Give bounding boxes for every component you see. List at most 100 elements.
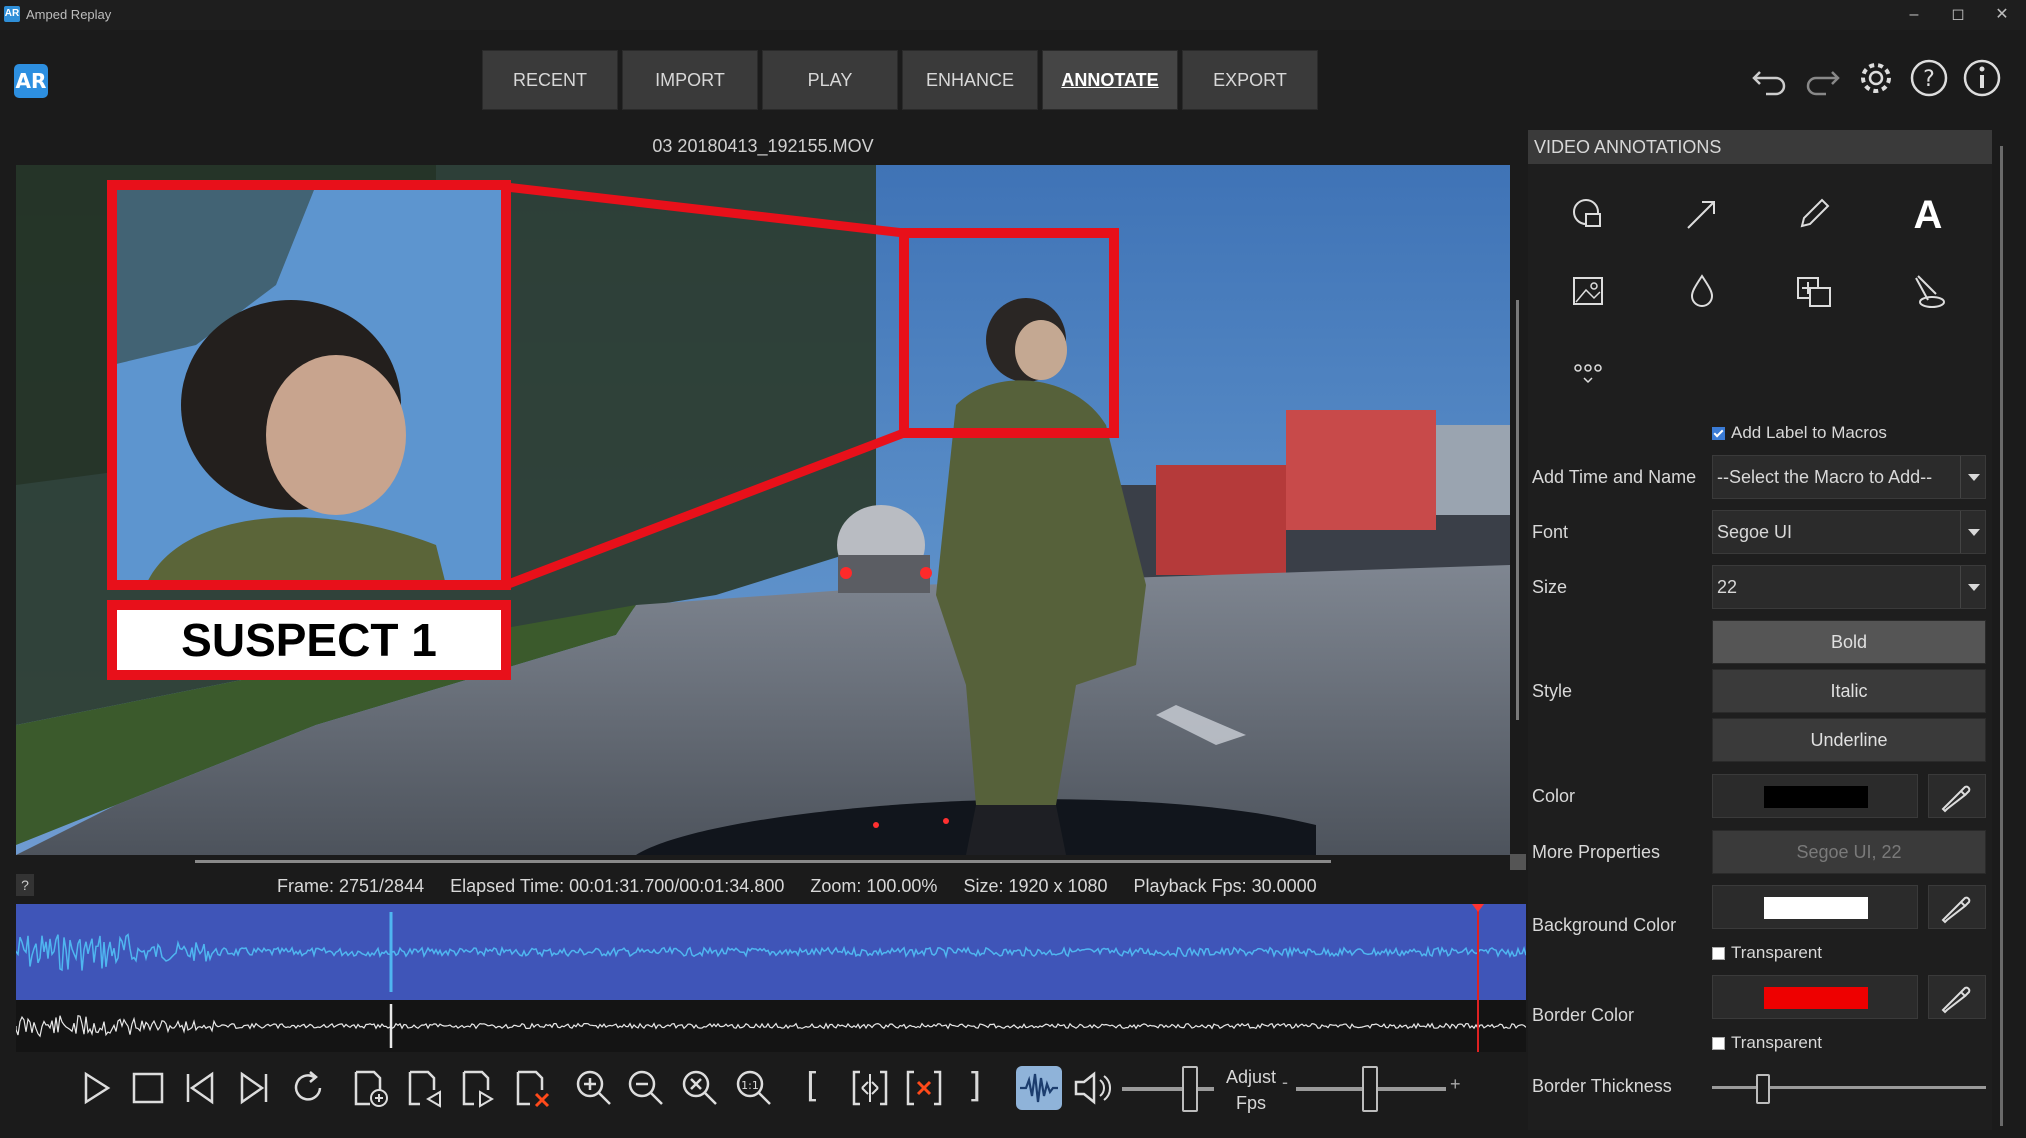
border-color-swatch-button[interactable] — [1712, 975, 1918, 1019]
add-label-to-macros-checkbox[interactable]: Add Label to Macros — [1712, 423, 1887, 443]
set-in-point-button[interactable]: [ — [806, 1066, 819, 1106]
title-bar: AR Amped Replay – ◻ ✕ — [0, 0, 2026, 30]
add-bookmark-icon[interactable] — [348, 1066, 392, 1110]
info-icon[interactable] — [1960, 56, 2004, 100]
more-properties-label: More Properties — [1532, 842, 1661, 862]
tab-annotate[interactable]: ANNOTATE — [1042, 50, 1178, 110]
add-time-name-label: Add Time and Name — [1532, 467, 1697, 487]
delete-bookmark-icon[interactable] — [510, 1066, 554, 1110]
color-label: Color — [1532, 786, 1576, 806]
italic-button[interactable]: Italic — [1712, 669, 1986, 713]
macro-select[interactable]: --Select the Macro to Add-- — [1712, 455, 1986, 499]
speed-minus[interactable]: - — [1282, 1072, 1288, 1093]
app-logo: AR — [14, 64, 48, 98]
stop-icon[interactable] — [126, 1066, 170, 1110]
play-icon[interactable] — [74, 1066, 118, 1110]
tab-play[interactable]: PLAY — [762, 50, 898, 110]
video-vertical-scrollbar[interactable] — [1516, 300, 1519, 720]
bold-button[interactable]: Bold — [1712, 620, 1986, 664]
tab-import[interactable]: IMPORT — [622, 50, 758, 110]
svg-text:A: A — [1914, 193, 1943, 234]
border-color-label: Border Color — [1532, 1005, 1635, 1025]
minimize-icon[interactable]: – — [1892, 3, 1936, 27]
background-color-swatch — [1764, 897, 1868, 919]
status-help-button[interactable]: ? — [16, 874, 34, 896]
help-icon[interactable]: ? — [1907, 56, 1951, 100]
previous-frame-icon[interactable] — [178, 1066, 222, 1110]
clear-range-icon[interactable] — [902, 1066, 946, 1110]
chevron-down-icon[interactable] — [1960, 456, 1985, 498]
chevron-down-icon[interactable] — [1960, 511, 1985, 553]
video-horizontal-scrollbar[interactable] — [195, 860, 1331, 863]
zoom-in-icon[interactable] — [572, 1066, 616, 1110]
trim-range-icon[interactable] — [848, 1066, 892, 1110]
audio-waveform-overview[interactable] — [15, 1000, 1527, 1052]
set-out-point-button[interactable]: ] — [968, 1066, 981, 1106]
volume-icon[interactable] — [1070, 1066, 1114, 1110]
checkbox-unchecked-icon[interactable] — [1712, 946, 1725, 960]
pencil-icon[interactable] — [1792, 192, 1836, 236]
size-readout: Size: 1920 x 1080 — [963, 876, 1108, 896]
waveform-toggle-button[interactable] — [1016, 1066, 1062, 1110]
zoom-actual-size-icon[interactable]: 1:1 — [732, 1066, 776, 1110]
background-color-picker-button[interactable] — [1928, 885, 1986, 929]
border-thickness-slider[interactable] — [1712, 1086, 1986, 1089]
panel-scrollbar[interactable] — [2000, 146, 2003, 1126]
speed-plus[interactable]: + — [1450, 1074, 1461, 1095]
status-bar: Frame: 2751/2844 Elapsed Time: 00:01:31.… — [277, 876, 1317, 897]
magnify-icon[interactable] — [1792, 270, 1836, 314]
zoom-out-icon[interactable] — [624, 1066, 668, 1110]
checkbox-checked-icon[interactable] — [1712, 426, 1725, 440]
video-frame: SUSPECT 1 — [16, 165, 1510, 855]
background-color-label: Background Color — [1532, 915, 1677, 935]
next-bookmark-icon[interactable] — [456, 1066, 500, 1110]
shape-icon[interactable] — [1566, 192, 1610, 236]
tab-recent[interactable]: RECENT — [482, 50, 618, 110]
close-icon[interactable]: ✕ — [1980, 3, 2024, 27]
blur-drop-icon[interactable] — [1680, 270, 1724, 314]
volume-slider[interactable] — [1122, 1087, 1214, 1091]
maximize-icon[interactable]: ◻ — [1936, 3, 1980, 27]
undo-icon[interactable] — [1748, 56, 1792, 100]
color-swatch-button[interactable] — [1712, 774, 1918, 818]
eyedropper-icon — [1941, 986, 1971, 1014]
more-properties-button[interactable]: Segoe UI, 22 — [1712, 830, 1986, 874]
background-color-swatch-button[interactable] — [1712, 885, 1918, 929]
size-select[interactable]: 22 — [1712, 565, 1986, 609]
spotlight-icon[interactable] — [1906, 270, 1950, 314]
tab-export[interactable]: EXPORT — [1182, 50, 1318, 110]
main-tabs: RECENT IMPORT PLAY ENHANCE ANNOTATE EXPO… — [482, 50, 1318, 110]
border-transparent-checkbox[interactable]: Transparent — [1712, 1033, 1822, 1053]
zoom-fit-icon[interactable] — [678, 1066, 722, 1110]
color-swatch — [1764, 786, 1868, 808]
image-icon[interactable] — [1566, 270, 1610, 314]
border-thickness-thumb[interactable] — [1756, 1074, 1770, 1104]
gear-icon[interactable] — [1854, 56, 1898, 100]
audio-waveform-main[interactable] — [15, 904, 1527, 1000]
text-icon[interactable]: A — [1906, 190, 1950, 234]
checkbox-unchecked-icon[interactable] — [1712, 1036, 1725, 1050]
next-frame-icon[interactable] — [232, 1066, 276, 1110]
font-select[interactable]: Segoe UI — [1712, 510, 1986, 554]
background-transparent-checkbox[interactable]: Transparent — [1712, 943, 1822, 963]
previous-bookmark-icon[interactable] — [402, 1066, 446, 1110]
border-color-picker-button[interactable] — [1928, 975, 1986, 1019]
svg-text:1:1: 1:1 — [741, 1079, 759, 1092]
size-label: Size — [1532, 577, 1568, 597]
loop-icon[interactable] — [286, 1066, 330, 1110]
suspect-label[interactable]: SUSPECT 1 — [181, 614, 437, 666]
chevron-down-icon[interactable] — [1960, 566, 1985, 608]
video-filename: 03 20180413_192155.MOV — [652, 136, 874, 156]
scroll-corner — [1510, 854, 1526, 870]
fps-slider-thumb[interactable] — [1362, 1066, 1378, 1112]
tab-enhance[interactable]: ENHANCE — [902, 50, 1038, 110]
arrow-icon[interactable] — [1680, 192, 1724, 236]
redo-icon[interactable] — [1800, 56, 1844, 100]
app-icon: AR — [4, 6, 20, 22]
border-thickness-label: Border Thickness — [1532, 1076, 1672, 1096]
volume-slider-thumb[interactable] — [1182, 1066, 1198, 1112]
more-tools-icon[interactable] — [1566, 352, 1610, 396]
video-viewer[interactable]: SUSPECT 1 — [16, 165, 1510, 855]
color-picker-button[interactable] — [1928, 774, 1986, 818]
underline-button[interactable]: Underline — [1712, 718, 1986, 762]
